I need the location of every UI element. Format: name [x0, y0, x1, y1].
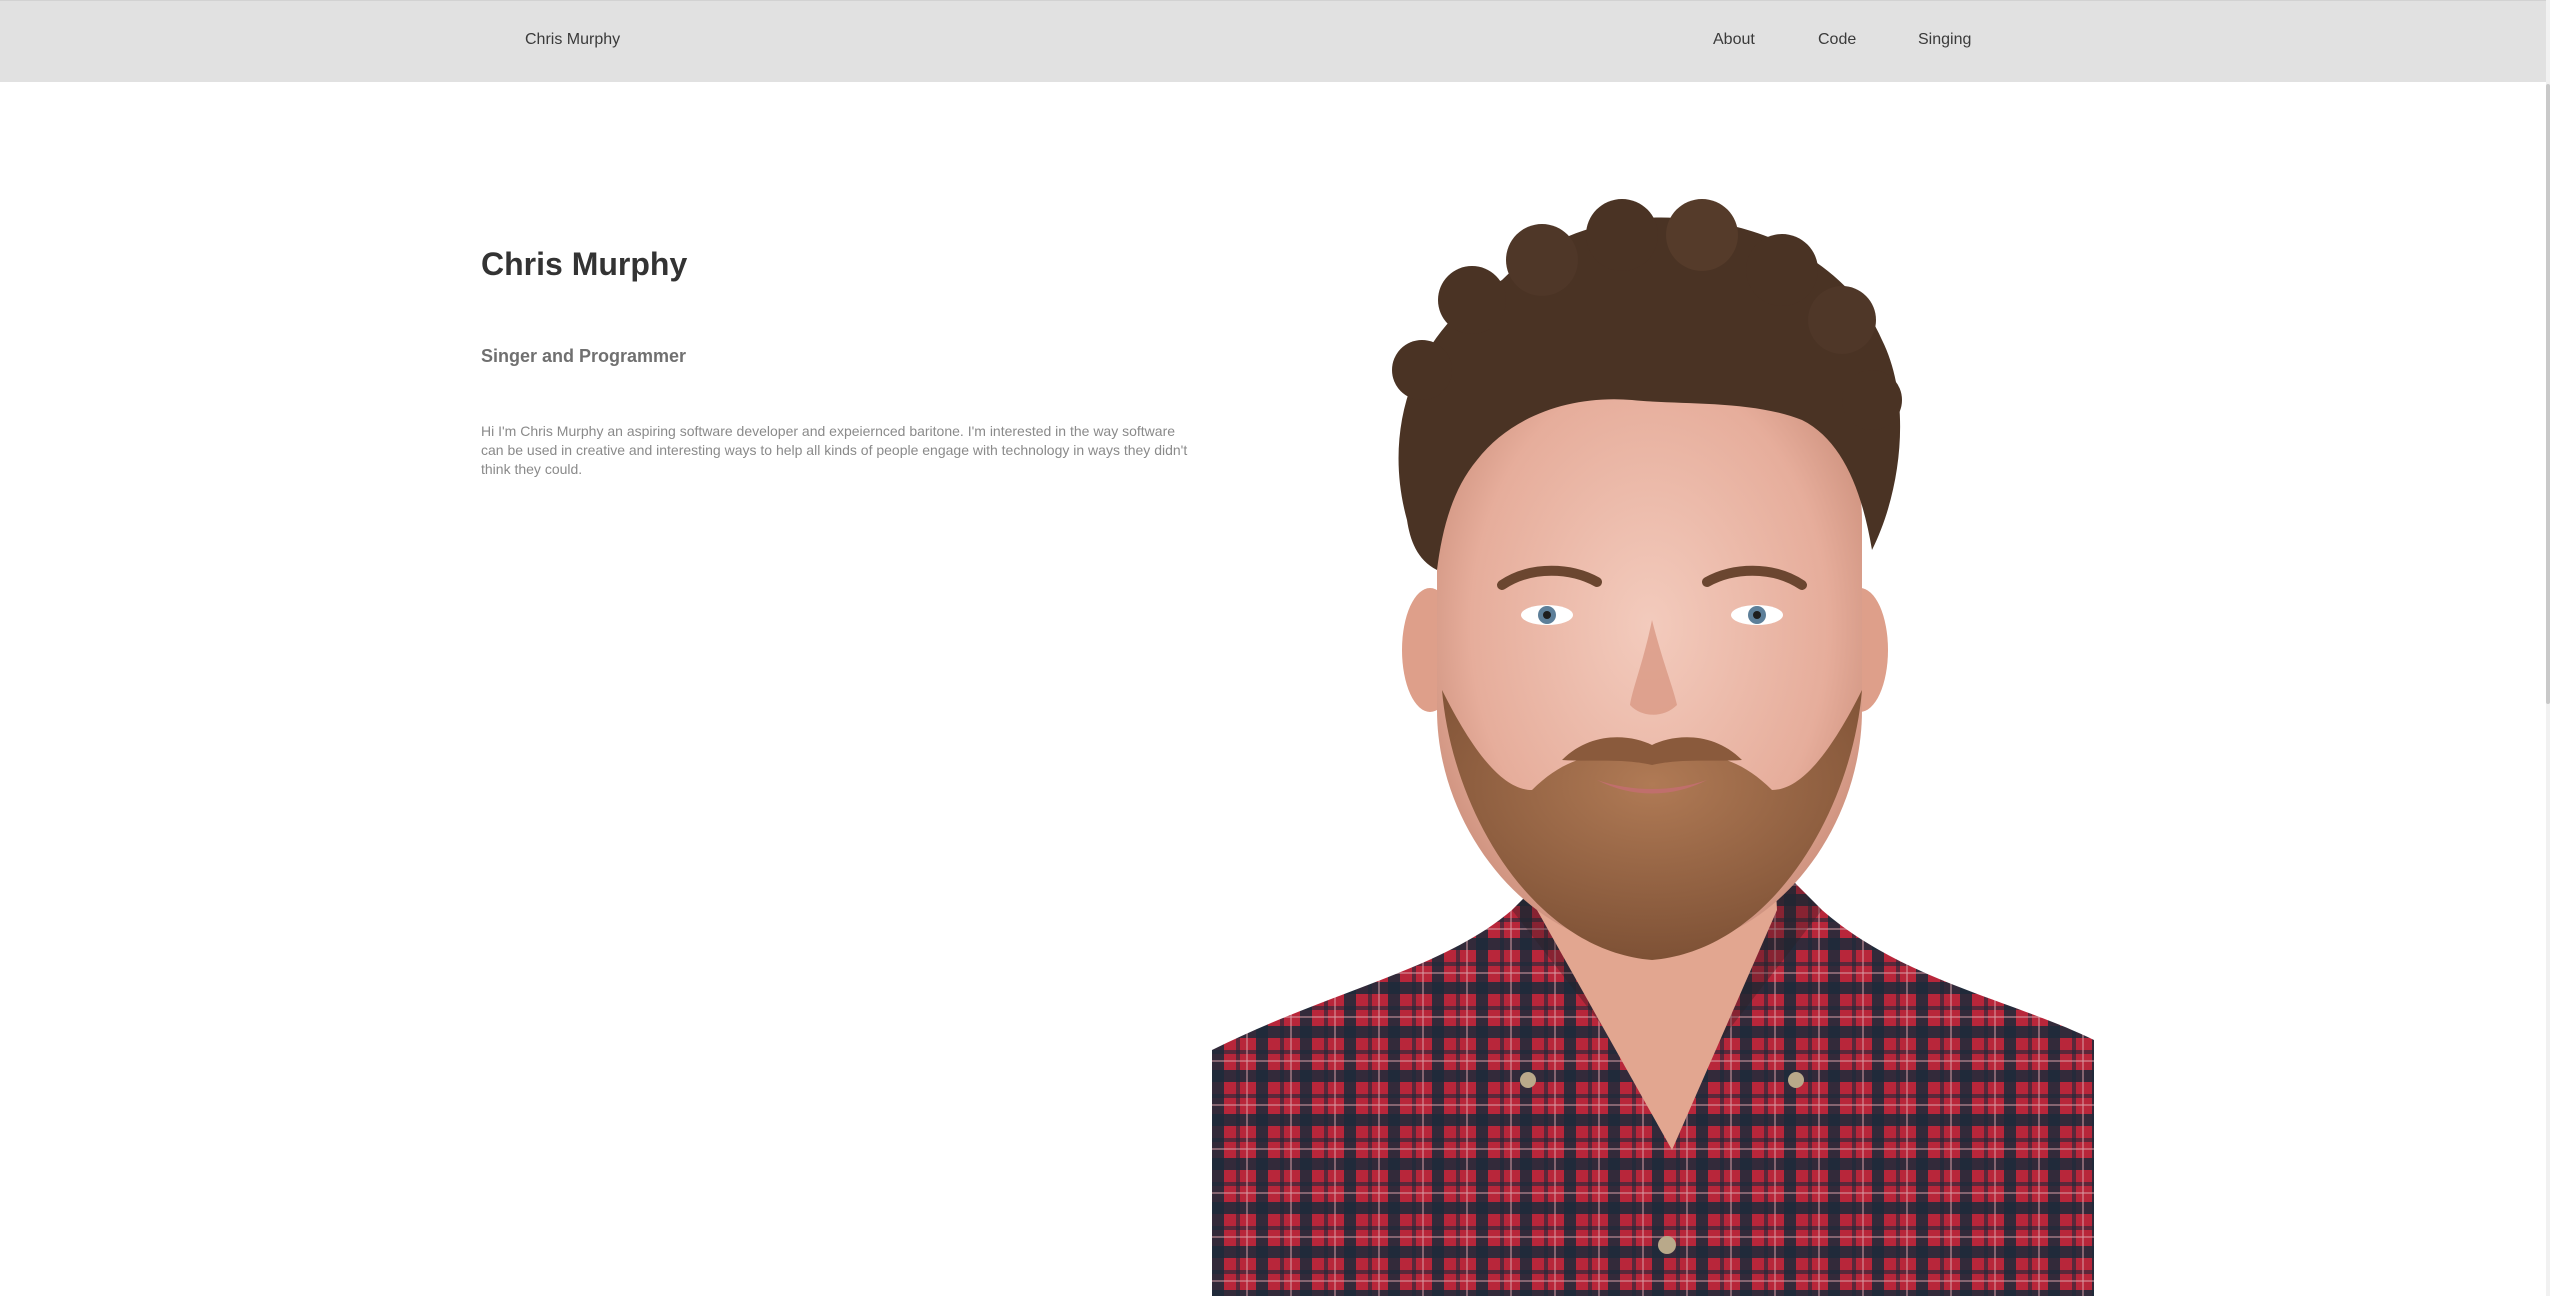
- top-navbar: Chris Murphy About Code Singing: [0, 0, 2546, 82]
- scrollbar-thumb[interactable]: [2546, 84, 2550, 704]
- hero-subtitle: Singer and Programmer: [481, 346, 687, 366]
- nav-link-code[interactable]: Code: [1818, 31, 1856, 49]
- portrait-photo: [1212, 199, 2094, 1296]
- page: Chris Murphy About Code Singing Chris Mu…: [0, 0, 2550, 1296]
- nav-link-about[interactable]: About: [1713, 31, 1755, 49]
- brand-link[interactable]: Chris Murphy: [525, 31, 620, 49]
- nav-link-singing[interactable]: Singing: [1918, 31, 1971, 49]
- hero-bio: Hi I'm Chris Murphy an aspiring software…: [481, 423, 1188, 477]
- page-scrollbar[interactable]: [2546, 0, 2550, 1296]
- hero-name: Chris Murphy: [481, 246, 688, 282]
